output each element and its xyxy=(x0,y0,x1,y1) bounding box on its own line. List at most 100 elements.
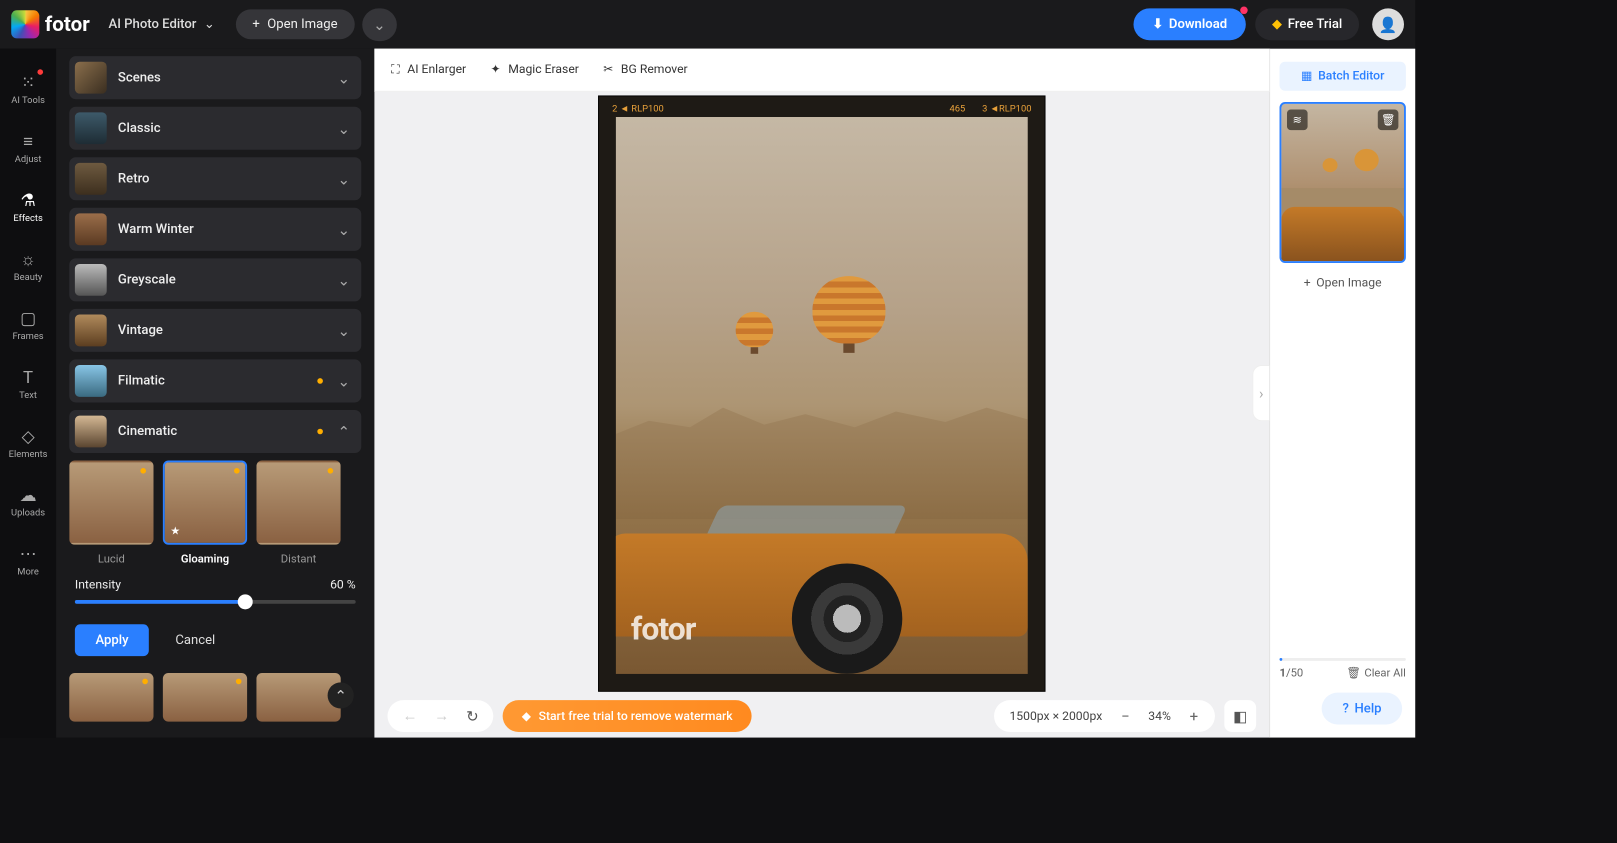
download-button[interactable]: ⬇ Download xyxy=(1134,8,1246,40)
scroll-to-top-button[interactable]: ⌃ xyxy=(328,682,354,708)
avatar[interactable]: 👤 xyxy=(1372,8,1404,40)
premium-dot-icon xyxy=(140,468,146,474)
chevron-down-icon: ⌄ xyxy=(332,170,356,188)
free-trial-label: Free Trial xyxy=(1288,17,1342,32)
film-strip-text: 2 ◄ RLP100 4653 ◄RLP100 xyxy=(612,103,1031,113)
category-label: Greyscale xyxy=(107,272,332,287)
zoom-in-button[interactable]: + xyxy=(1182,707,1205,725)
reset-button[interactable]: ↻ xyxy=(461,707,485,725)
thumbnail xyxy=(75,314,107,346)
nav-more[interactable]: ⋯More xyxy=(0,532,56,591)
premium-dot-icon xyxy=(236,679,242,685)
open-image-button[interactable]: + Open Image xyxy=(236,9,355,39)
cloud-upload-icon: ☁ xyxy=(20,486,37,506)
category-greyscale[interactable]: Greyscale⌄ xyxy=(69,258,361,301)
thumbnail xyxy=(75,62,107,94)
star-icon: ★ xyxy=(170,524,180,537)
cancel-label: Cancel xyxy=(175,633,215,648)
intensity-slider[interactable] xyxy=(75,600,356,604)
nav-label: Adjust xyxy=(15,154,42,164)
nav-text[interactable]: TText xyxy=(0,355,56,414)
clear-all-button[interactable]: 🗑Clear All xyxy=(1346,666,1405,679)
nav-elements[interactable]: ◇Elements xyxy=(0,414,56,473)
category-label: Retro xyxy=(107,171,332,186)
premium-dot-icon xyxy=(317,378,323,384)
effect-thumb[interactable] xyxy=(163,673,247,722)
nav-ai-tools[interactable]: ⁙AI Tools xyxy=(0,60,56,119)
category-label: Warm Winter xyxy=(107,222,332,237)
film-num: 465 xyxy=(949,103,965,113)
layers-button[interactable]: ≋ xyxy=(1287,110,1308,131)
apply-button[interactable]: Apply xyxy=(75,624,149,656)
wand-icon: ✦ xyxy=(491,63,501,77)
ai-enlarger-button[interactable]: ⛶ AI Enlarger xyxy=(391,63,466,77)
chevron-up-icon: ⌃ xyxy=(332,423,356,441)
category-classic[interactable]: Classic⌄ xyxy=(69,107,361,150)
photo-content: fotor xyxy=(616,117,1028,674)
category-filmatic[interactable]: Filmatic⌄ xyxy=(69,359,361,402)
sparkles-icon: ⁙ xyxy=(21,73,35,93)
image-count: 1/50 xyxy=(1280,666,1304,679)
redo-button[interactable]: → xyxy=(429,707,455,726)
editor-dropdown[interactable]: AI Photo Editor ⌄ xyxy=(109,17,215,32)
effect-lucid[interactable]: Lucid xyxy=(69,461,153,566)
logo[interactable]: fotor xyxy=(11,10,90,38)
chevron-down-icon: ⌄ xyxy=(204,17,215,32)
expand-right-panel-button[interactable]: › xyxy=(1252,365,1269,421)
effect-row: Lucid ★Gloaming Distant xyxy=(69,461,361,566)
slider-handle[interactable] xyxy=(238,594,253,609)
effect-distant[interactable]: Distant xyxy=(256,461,340,566)
canvas[interactable]: 2 ◄ RLP100 4653 ◄RLP100 fotor xyxy=(374,92,1269,695)
premium-dot-icon xyxy=(328,468,334,474)
chevron-down-icon: ⌄ xyxy=(332,69,356,87)
chevron-down-icon: ⌄ xyxy=(332,271,356,289)
enlarge-icon: ⛶ xyxy=(391,63,400,77)
premium-dot-icon xyxy=(234,468,240,474)
illustration xyxy=(751,347,758,354)
undo-button[interactable]: ← xyxy=(397,707,423,726)
thumbnail xyxy=(75,365,107,397)
app-header: fotor AI Photo Editor ⌄ + Open Image ⌄ ⬇… xyxy=(0,0,1415,49)
nav-adjust[interactable]: ≡Adjust xyxy=(0,119,56,178)
compare-button[interactable]: ◧ xyxy=(1224,700,1256,732)
category-label: Filmatic xyxy=(107,373,317,388)
category-cinematic[interactable]: Cinematic⌃ xyxy=(69,410,361,453)
nav-beauty[interactable]: ☼Beauty xyxy=(0,237,56,296)
free-trial-button[interactable]: ◆ Free Trial xyxy=(1255,8,1359,40)
history-controls: ← → ↻ xyxy=(388,700,494,732)
magic-eraser-button[interactable]: ✦Magic Eraser xyxy=(491,63,579,77)
nav-effects[interactable]: ⚗Effects xyxy=(0,178,56,237)
batch-editor-button[interactable]: ▦Batch Editor xyxy=(1280,62,1406,91)
notification-dot-icon xyxy=(1240,7,1247,14)
slider-fill xyxy=(75,600,243,604)
notification-dot-icon xyxy=(37,69,43,75)
thumbnail xyxy=(75,416,107,448)
trial-banner[interactable]: ◆ Start free trial to remove watermark xyxy=(503,700,751,732)
effect-thumb[interactable] xyxy=(69,673,153,722)
category-label: Scenes xyxy=(107,70,332,85)
chevron-down-icon: ⌄ xyxy=(332,322,356,340)
nav-uploads[interactable]: ☁Uploads xyxy=(0,473,56,532)
image-thumbnail[interactable]: ≋ 🗑 xyxy=(1280,102,1406,263)
nav-label: Effects xyxy=(13,213,42,223)
nav-frames[interactable]: ▢Frames xyxy=(0,296,56,355)
right-panel: ▦Batch Editor ≋ 🗑 +Open Image 1/50 🗑Clea… xyxy=(1269,49,1415,738)
toolbar-label: AI Enlarger xyxy=(407,63,466,77)
category-warm-winter[interactable]: Warm Winter⌄ xyxy=(69,208,361,251)
cancel-button[interactable]: Cancel xyxy=(160,624,230,656)
nav-label: Beauty xyxy=(14,272,43,282)
effect-gloaming[interactable]: ★Gloaming xyxy=(163,461,247,566)
image-count-progress xyxy=(1280,658,1406,661)
bg-remover-button[interactable]: ✂BG Remover xyxy=(603,63,687,77)
nav-label: Text xyxy=(19,390,37,400)
plus-icon: + xyxy=(252,17,259,32)
open-image-link[interactable]: +Open Image xyxy=(1280,276,1406,290)
help-button[interactable]: ?Help xyxy=(1322,693,1402,725)
category-vintage[interactable]: Vintage⌄ xyxy=(69,309,361,352)
delete-button[interactable]: 🗑 xyxy=(1378,110,1399,131)
category-retro[interactable]: Retro⌄ xyxy=(69,157,361,200)
open-image-more[interactable]: ⌄ xyxy=(362,8,397,41)
category-scenes[interactable]: Scenes⌄ xyxy=(69,56,361,99)
zoom-out-button[interactable]: − xyxy=(1113,707,1137,725)
grid-icon: ▦ xyxy=(1301,69,1313,83)
